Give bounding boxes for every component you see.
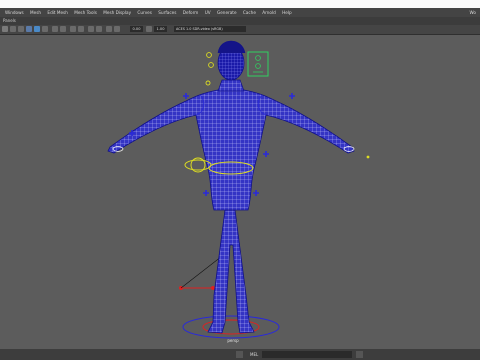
menu-mesh[interactable]: Mesh — [30, 8, 41, 17]
ambient-occlusion-icon[interactable] — [78, 26, 84, 32]
gamma-field[interactable]: 1.00 — [154, 26, 167, 32]
menu-curves[interactable]: Curves — [137, 8, 152, 17]
camera-label: persp — [227, 338, 239, 343]
script-editor-icon[interactable] — [236, 351, 243, 358]
workspace-selector[interactable]: Wo — [470, 8, 476, 17]
lock-camera-icon[interactable] — [10, 26, 16, 32]
viewport-toolbar: 0.00 1.00 ACES 1.0 SDR-video (sRGB) — [0, 25, 480, 35]
bookmark-icon[interactable] — [18, 26, 24, 32]
textured-icon[interactable] — [52, 26, 58, 32]
menu-help[interactable]: Help — [282, 8, 292, 17]
grid-icon[interactable] — [26, 26, 32, 32]
result-icon[interactable] — [356, 351, 363, 358]
exposure-field[interactable]: 0.00 — [130, 26, 143, 32]
menu-edit-mesh[interactable]: Edit Mesh — [47, 8, 67, 17]
menu-deform[interactable]: Deform — [183, 8, 199, 17]
menu-surfaces[interactable]: Surfaces — [158, 8, 176, 17]
menu-mesh-display[interactable]: Mesh Display — [103, 8, 131, 17]
panels-menu[interactable]: Panels — [3, 18, 16, 23]
menu-cache[interactable]: Cache — [243, 8, 256, 17]
gamma-icon[interactable] — [146, 26, 152, 32]
colorspace-dropdown[interactable]: ACES 1.0 SDR-video (sRGB) — [174, 26, 246, 32]
camera-icon[interactable] — [2, 26, 8, 32]
3d-viewport[interactable]: persp — [0, 35, 480, 349]
viewport-scene: persp — [107, 40, 370, 343]
menu-mesh-tools[interactable]: Mesh Tools — [74, 8, 97, 17]
window-top-strip — [0, 0, 480, 8]
menu-uv[interactable]: UV — [205, 8, 211, 17]
menu-windows[interactable]: Windows — [5, 8, 24, 17]
isolate-icon[interactable] — [96, 26, 102, 32]
resolution-gate-icon[interactable] — [106, 26, 112, 32]
command-line-bar: MEL — [0, 349, 480, 360]
mel-label[interactable]: MEL — [250, 350, 258, 359]
gate-mask-icon[interactable] — [114, 26, 120, 32]
smooth-shade-icon[interactable] — [42, 26, 48, 32]
shadows-icon[interactable] — [70, 26, 76, 32]
menu-arnold[interactable]: Arnold — [262, 8, 276, 17]
character-mesh[interactable] — [107, 40, 355, 334]
lights-icon[interactable] — [60, 26, 66, 32]
panel-menubar: Panels — [0, 17, 480, 25]
command-input[interactable] — [262, 351, 352, 358]
menu-generate[interactable]: Generate — [217, 8, 237, 17]
xray-icon[interactable] — [88, 26, 94, 32]
wireframe-icon[interactable] — [34, 26, 40, 32]
main-menubar: Windows Mesh Edit Mesh Mesh Tools Mesh D… — [0, 8, 480, 17]
